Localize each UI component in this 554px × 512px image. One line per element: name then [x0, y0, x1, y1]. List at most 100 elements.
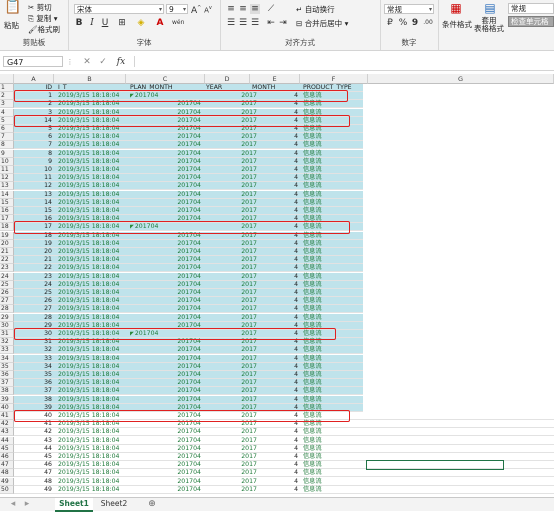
cell-f[interactable]: 信息流	[303, 387, 354, 395]
cell-e[interactable]: 4	[252, 264, 298, 272]
row-header[interactable]: 38	[0, 387, 14, 396]
font-size-select[interactable]: 9 ▾	[166, 4, 188, 14]
cell-a[interactable]: 14	[16, 199, 52, 207]
style-check-cell[interactable]: 检查单元格	[508, 16, 554, 27]
cell-f[interactable]: 信息流	[303, 182, 354, 190]
cell-c[interactable]: 201704	[130, 248, 201, 256]
cell-d[interactable]: 2017	[206, 445, 257, 453]
row-header[interactable]: 43	[0, 428, 14, 437]
align-right-icon[interactable]: ☰	[250, 18, 260, 28]
cell-e[interactable]: 4	[252, 150, 298, 158]
cell-d[interactable]: 2017	[206, 346, 257, 354]
row-header[interactable]: 24	[0, 272, 14, 281]
row-header[interactable]: 25	[0, 280, 14, 289]
cell-a[interactable]: 36	[16, 379, 52, 387]
cell-b[interactable]: 2019/3/15 18:18:04	[58, 428, 124, 436]
cell-e[interactable]: 4	[252, 469, 298, 477]
cell-d[interactable]: 2017	[206, 264, 257, 272]
cell-d[interactable]: 2017	[206, 240, 257, 248]
row-header[interactable]: 6	[0, 125, 14, 133]
cell-f[interactable]: 信息流	[303, 305, 354, 313]
cell-f[interactable]: 信息流	[303, 133, 354, 141]
row-header[interactable]: 15	[0, 198, 14, 207]
row-header[interactable]: 17	[0, 215, 14, 224]
cell-e[interactable]: 4	[252, 461, 298, 469]
cell-c[interactable]: 201704	[130, 150, 201, 158]
cell-a[interactable]: 15	[16, 207, 52, 215]
paste-icon[interactable]: 📋	[4, 0, 22, 18]
cell-b[interactable]: 2019/3/15 18:18:04	[58, 305, 124, 313]
cell-f[interactable]: 信息流	[303, 355, 354, 363]
cell-c[interactable]: 201704	[130, 141, 201, 149]
cell-d[interactable]: 2017	[206, 174, 257, 182]
cell-e[interactable]: 4	[252, 248, 298, 256]
cell-c[interactable]: 201704	[130, 478, 201, 486]
cell-e[interactable]: 4	[252, 191, 298, 199]
cell-e[interactable]: 4	[252, 314, 298, 322]
row-header[interactable]: 39	[0, 395, 14, 404]
align-middle-icon[interactable]: ≡	[238, 4, 248, 14]
row-header[interactable]: 4	[0, 108, 14, 117]
decrease-font-icon[interactable]: Av	[203, 3, 213, 15]
cell-a[interactable]: 34	[16, 363, 52, 371]
cell-a[interactable]: 7	[16, 141, 52, 149]
align-bottom-icon[interactable]: ≡	[250, 4, 260, 14]
row-header[interactable]: 1	[0, 84, 14, 92]
cell-d[interactable]: 2017	[206, 371, 257, 379]
cell-a[interactable]: 49	[16, 486, 52, 494]
cell-c[interactable]: 201704	[130, 355, 201, 363]
decimal-icon[interactable]: .00	[420, 18, 436, 28]
enter-icon[interactable]: ✓	[98, 57, 108, 67]
cell-f[interactable]: 信息流	[303, 346, 354, 354]
phonetic-icon[interactable]: wén	[172, 18, 184, 28]
cell-b[interactable]: 2019/3/15 18:18:04	[58, 396, 124, 404]
row-header[interactable]: 35	[0, 362, 14, 371]
cell-b[interactable]: 2019/3/15 18:18:04	[58, 281, 124, 289]
column-header-c[interactable]: C	[126, 74, 205, 84]
cell-d[interactable]: 2017	[206, 150, 257, 158]
row-header[interactable]: 46	[0, 453, 14, 461]
cell-f[interactable]: 信息流	[303, 469, 354, 477]
cell-f[interactable]: 信息流	[303, 150, 354, 158]
row-header[interactable]: 30	[0, 321, 14, 330]
cell-e[interactable]: 4	[252, 158, 298, 166]
cell-e[interactable]: 4	[252, 346, 298, 354]
cell-d[interactable]: 2017	[206, 133, 257, 141]
column-header-a[interactable]: A	[14, 74, 54, 84]
cell-c[interactable]: 201704	[130, 486, 201, 494]
border-icon[interactable]: ⊞	[115, 18, 129, 28]
cell-a[interactable]: 46	[16, 461, 52, 469]
cell-b[interactable]: 2019/3/15 18:18:04	[58, 141, 124, 149]
row-header[interactable]: 28	[0, 305, 14, 314]
cell-c[interactable]: 201704	[130, 396, 201, 404]
cell-b[interactable]: 2019/3/15 18:18:04	[58, 150, 124, 158]
cell-a[interactable]: 45	[16, 453, 52, 461]
cell-d[interactable]: 2017	[206, 158, 257, 166]
cell-a[interactable]: 33	[16, 355, 52, 363]
percent-button[interactable]: %	[398, 18, 408, 28]
cell-c[interactable]: 201704	[130, 363, 201, 371]
column-header-f[interactable]: F	[300, 74, 368, 84]
underline-button[interactable]: U	[100, 18, 110, 28]
cell-f[interactable]: 信息流	[303, 478, 354, 486]
row-header[interactable]: 50	[0, 485, 14, 494]
cell-f[interactable]: 信息流	[303, 141, 354, 149]
cell-e[interactable]: 4	[252, 182, 298, 190]
cell-c[interactable]: 201704	[130, 437, 201, 445]
cell-e[interactable]: 4	[252, 281, 298, 289]
cell-a[interactable]: 23	[16, 273, 52, 281]
row-header[interactable]: 5	[0, 116, 14, 125]
row-header[interactable]: 20	[0, 239, 14, 248]
cell-b[interactable]: 2019/3/15 18:18:04	[58, 256, 124, 264]
cell-b[interactable]: 2019/3/15 18:18:04	[58, 264, 124, 272]
cell-b[interactable]: 2019/3/15 18:18:04	[58, 240, 124, 248]
row-header[interactable]: 31	[0, 330, 14, 338]
align-center-icon[interactable]: ☰	[238, 18, 248, 28]
cell-c[interactable]: 201704	[130, 346, 201, 354]
cell-e[interactable]: 4	[252, 428, 298, 436]
cell-d[interactable]: 2017	[206, 478, 257, 486]
column-header-b[interactable]: B	[54, 74, 126, 84]
insert-function-button[interactable]: fx	[114, 57, 128, 67]
cell-a[interactable]: 28	[16, 314, 52, 322]
column-header-d[interactable]: D	[205, 74, 250, 84]
